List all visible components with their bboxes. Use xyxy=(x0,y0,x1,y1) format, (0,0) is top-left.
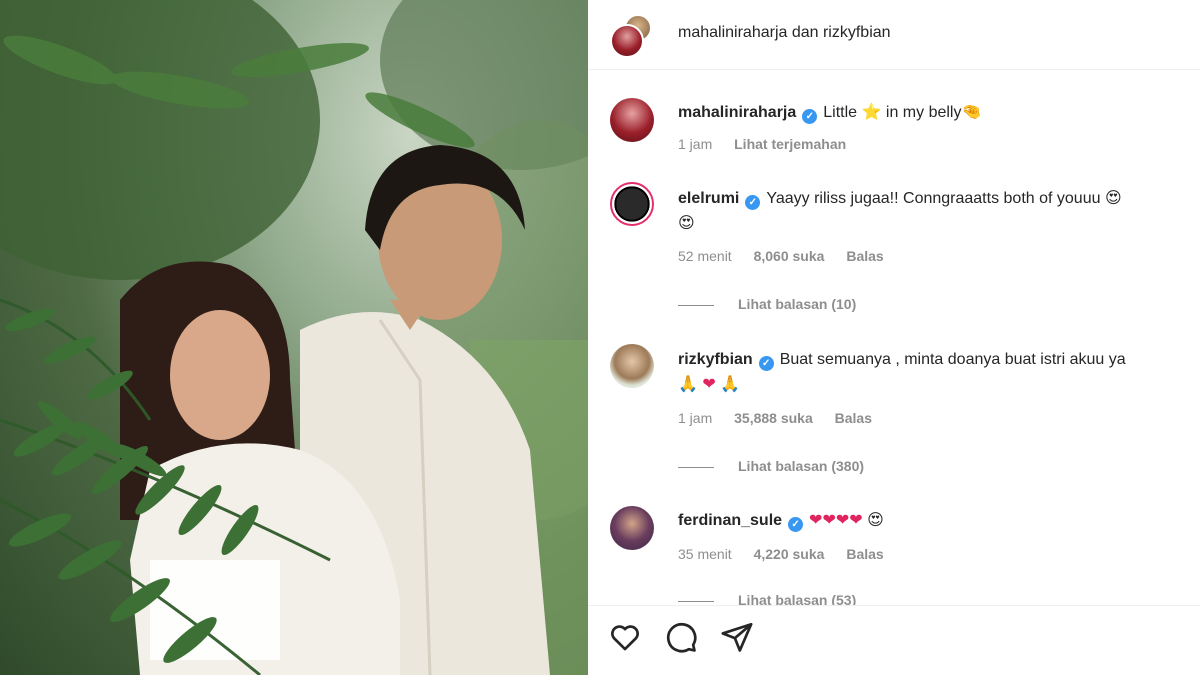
post-authors[interactable]: mahaliniraharja dan rizkyfbian xyxy=(678,24,891,42)
caption-text-end: in my belly xyxy=(885,104,962,121)
comment-time: 35 menit xyxy=(678,546,732,562)
comment-meta: 35 menit 4,220 suka Balas xyxy=(678,546,902,562)
replies-divider xyxy=(678,600,714,602)
collab-avatars[interactable] xyxy=(610,14,654,58)
comment-username[interactable]: elelrumi xyxy=(678,190,739,207)
red-heart-emoji: ❤ xyxy=(702,374,716,393)
heart-icon[interactable] xyxy=(608,620,642,654)
heart-eyes-emoji: 😍 xyxy=(678,213,695,232)
heart-eyes-emoji: 😍 xyxy=(1104,188,1122,207)
like-count[interactable]: 35,888 suka xyxy=(734,410,813,426)
view-replies-label: Lihat balasan (10) xyxy=(738,296,857,312)
verified-icon: ✓ xyxy=(788,517,804,532)
view-replies-label: Lihat balasan (380) xyxy=(738,458,865,474)
comment-meta: 1 jam 35,888 suka Balas xyxy=(678,410,890,426)
view-replies-button[interactable]: Lihat balasan (380) xyxy=(678,458,864,474)
reply-button[interactable]: Balas xyxy=(846,248,883,264)
like-count[interactable]: 4,220 suka xyxy=(754,546,825,562)
verified-icon: ✓ xyxy=(745,195,761,210)
comment-meta: 52 menit 8,060 suka Balas xyxy=(678,248,902,264)
heart-eyes-emoji: 😍 xyxy=(867,510,884,529)
view-replies-button[interactable]: Lihat balasan (10) xyxy=(678,296,856,312)
comment-message: Yaayy riliss jugaa!! Conngraaatts both o… xyxy=(766,190,1101,207)
post-photo xyxy=(0,0,588,675)
comments-panel: mahaliniraharja dan rizkyfbian mahalinir… xyxy=(588,0,1200,675)
avatar-mahaliniraharja[interactable] xyxy=(610,24,644,58)
caption-meta: 1 jam Lihat terjemahan xyxy=(678,136,864,152)
avatar[interactable] xyxy=(610,182,654,226)
reply-button[interactable]: Balas xyxy=(835,410,872,426)
send-icon[interactable] xyxy=(720,620,754,654)
post-actions xyxy=(588,605,1200,675)
avatar[interactable] xyxy=(610,506,654,550)
comment-message: Buat semuanya , minta doanya buat istri … xyxy=(779,351,1126,368)
replies-divider xyxy=(678,304,714,306)
comment-time: 1 jam xyxy=(678,410,713,426)
verified-icon: ✓ xyxy=(758,356,774,371)
hearts-emoji: ❤❤❤❤ xyxy=(809,510,863,529)
caption-text: mahaliniraharja ✓ Little ⭐ in my belly🤏 xyxy=(678,100,1198,125)
caption-time: 1 jam xyxy=(678,136,713,152)
avatar[interactable] xyxy=(610,98,654,142)
photo-illustration xyxy=(0,0,588,675)
caption-username[interactable]: mahaliniraharja xyxy=(678,104,796,121)
reply-button[interactable]: Balas xyxy=(846,546,883,562)
comment-text: rizkyfbian ✓ Buat semuanya , minta doanya … xyxy=(678,348,1198,397)
comment-text: elelrumi ✓ Yaayy riliss jugaa!! Conngraaat… xyxy=(678,186,1198,236)
verified-icon: ✓ xyxy=(802,109,818,124)
praying-hands-emoji: 🙏 xyxy=(678,374,698,393)
like-count[interactable]: 8,060 suka xyxy=(754,248,825,264)
comment-text: ferdinan_sule ✓ ❤❤❤❤ 😍 xyxy=(678,508,1198,533)
pinching-hand-emoji: 🤏 xyxy=(961,102,982,121)
praying-hands-emoji: 🙏 xyxy=(720,374,741,393)
comment-icon[interactable] xyxy=(664,620,698,654)
comment-username[interactable]: ferdinan_sule xyxy=(678,512,782,529)
replies-divider xyxy=(678,466,714,468)
avatar[interactable] xyxy=(610,344,654,388)
comment-time: 52 menit xyxy=(678,248,732,264)
star-emoji: ⭐ xyxy=(861,102,882,121)
post-header: mahaliniraharja dan rizkyfbian xyxy=(588,0,1200,70)
caption-text-start: Little xyxy=(823,104,858,121)
comment-username[interactable]: rizkyfbian xyxy=(678,351,753,368)
translate-link[interactable]: Lihat terjemahan xyxy=(734,136,846,152)
